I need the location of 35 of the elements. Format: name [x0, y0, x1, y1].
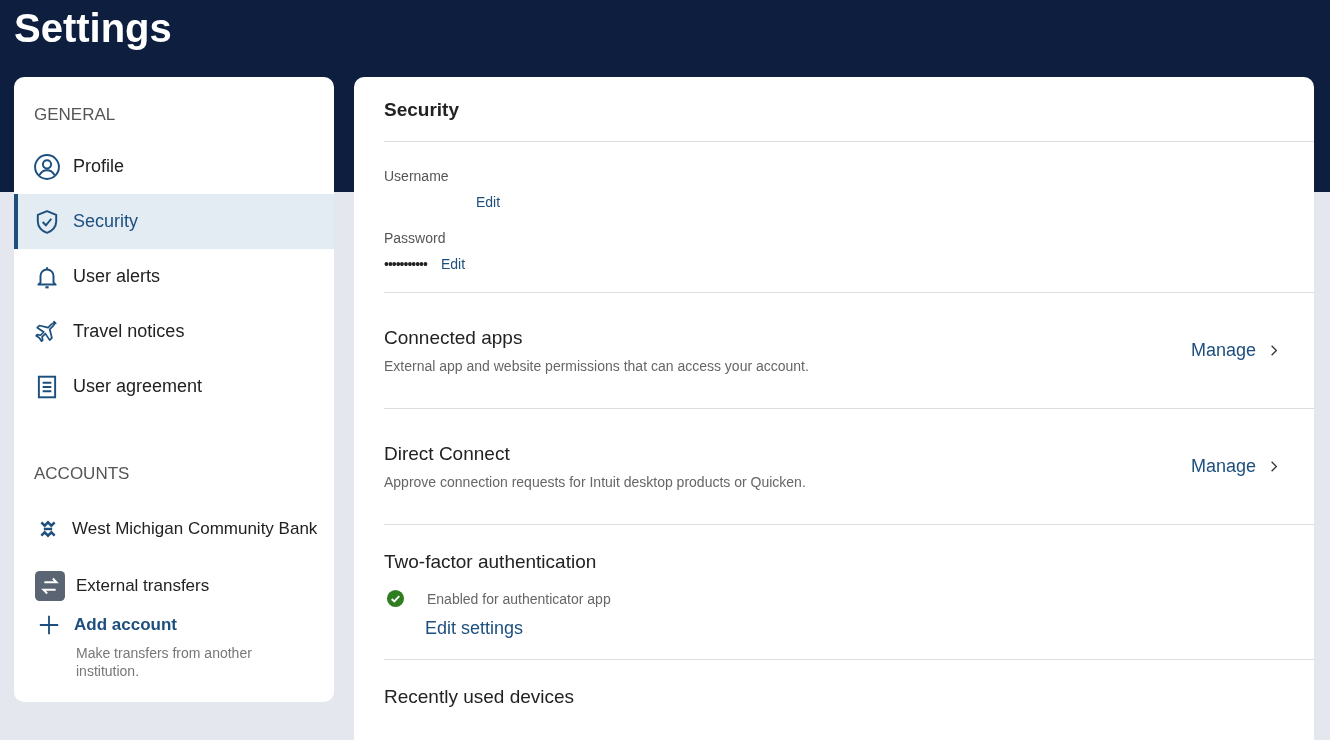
row-description: Approve connection requests for Intuit desktop products or Quicken. [384, 474, 806, 490]
password-value: ••••••••••• [384, 256, 427, 272]
page-title: Settings [14, 5, 173, 52]
sidebar-item[interactable]: External transfers [14, 557, 334, 614]
section-heading: GENERAL [33, 105, 117, 125]
panel-heading: Security [384, 77, 1314, 142]
sidebar-item[interactable]: Profile [14, 139, 334, 194]
edit-link[interactable]: Edit [476, 194, 501, 210]
sidebar-item[interactable]: User alerts [14, 249, 334, 304]
transfer-icon [35, 570, 65, 601]
chevron-right-icon [1270, 344, 1278, 357]
manage-link[interactable]: Manage [1190, 340, 1278, 361]
row-description: External app and website permissions that can access your account. [384, 358, 809, 374]
bank-logo-icon [38, 518, 58, 539]
plus-icon [38, 614, 60, 636]
manage-link[interactable]: Manage [1190, 456, 1278, 477]
field-label: Username [384, 168, 450, 184]
sidebar-item[interactable]: Security [14, 194, 334, 249]
row-title: Two-factor authentication [384, 551, 598, 573]
add-account-description: Make transfers from another institution. [76, 644, 253, 680]
edit-settings-link[interactable]: Edit settings [425, 618, 524, 639]
status-text: Enabled for authenticator app [427, 590, 611, 607]
person-icon [34, 153, 60, 180]
row-title: Connected apps [384, 327, 524, 349]
chevron-right-icon [1270, 460, 1278, 473]
shield-check-icon [34, 208, 60, 235]
section-heading: ACCOUNTS [33, 464, 131, 484]
add-account-link[interactable]: Add account [38, 614, 314, 636]
row-title: Direct Connect [384, 443, 511, 465]
sidebar-item[interactable]: West Michigan Community Bank [14, 500, 334, 557]
edit-link[interactable]: Edit [440, 256, 466, 272]
sidebar-item[interactable]: User agreement [14, 359, 334, 414]
field-label: Password [384, 230, 447, 246]
row-title: Recently used devices [384, 686, 576, 708]
sidebar-item[interactable]: Travel notices [14, 304, 334, 359]
